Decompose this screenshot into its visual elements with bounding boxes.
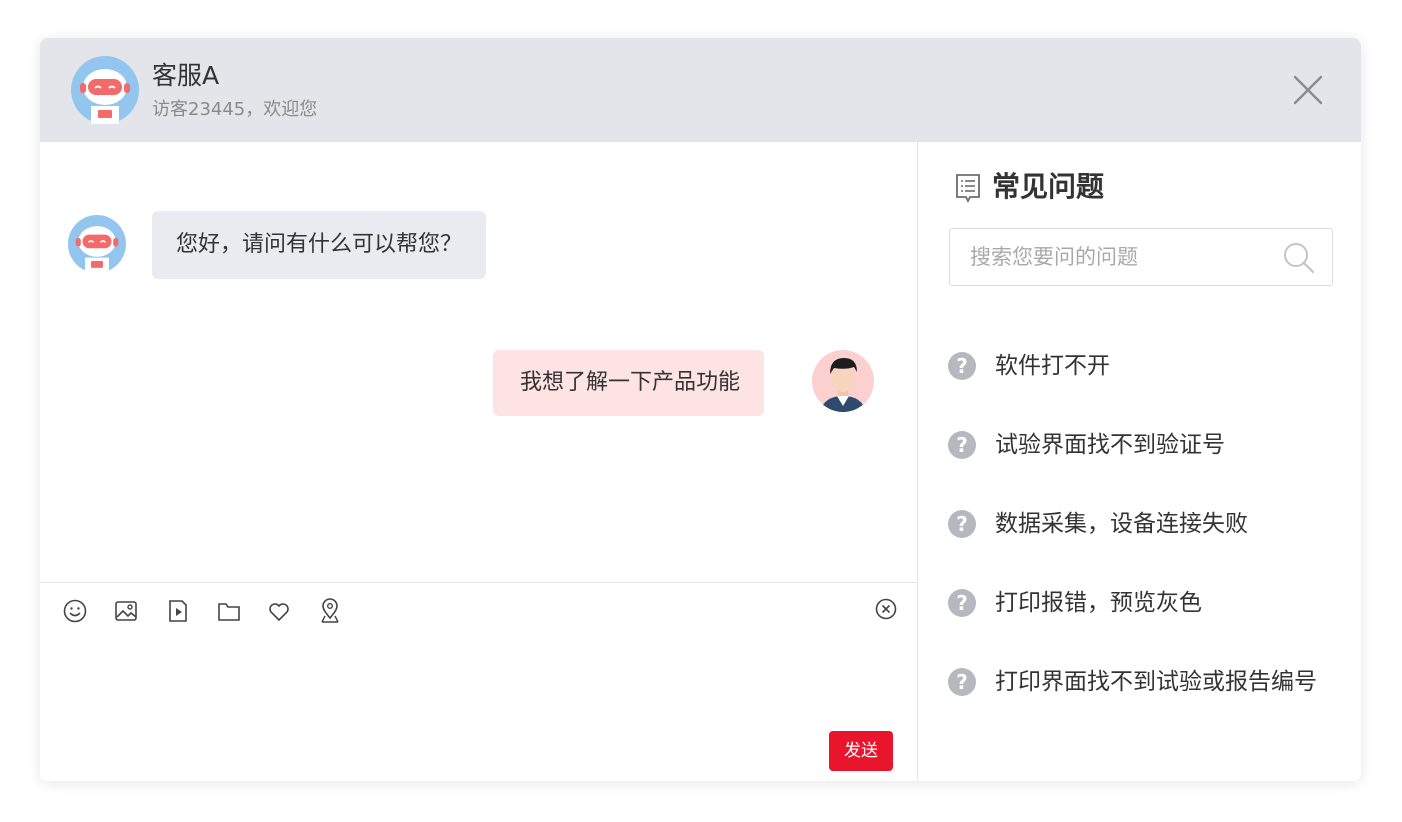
message-input-area[interactable] — [40, 639, 918, 781]
user-message-bubble: 我想了解一下产品功能 — [493, 350, 765, 416]
faq-item[interactable]: ? 打印报错，预览灰色 — [948, 563, 1317, 642]
send-button[interactable]: 发送 — [829, 731, 893, 771]
question-icon: ? — [948, 430, 976, 459]
heart-icon[interactable] — [266, 598, 292, 624]
user-avatar — [812, 350, 874, 412]
bot-avatar — [68, 215, 126, 273]
faq-item-label: 打印界面找不到试验或报告编号 — [995, 668, 1317, 695]
faq-item-label: 试验界面找不到验证号 — [995, 431, 1225, 458]
composer-toolbar — [40, 582, 918, 638]
faq-panel: 常见问题 ? 软件打不开 ? 试验界面找不到验证号 ? 数据采集，设备连接失败 — [918, 142, 1361, 781]
question-icon: ? — [948, 351, 976, 380]
question-icon: ? — [948, 588, 976, 617]
clear-icon[interactable] — [874, 597, 898, 621]
faq-search-box — [949, 228, 1333, 286]
chat-window: 客服A 访客23445，欢迎您 您好，请问有什么可以帮您？ 我想了解一下产品功能 — [40, 38, 1361, 781]
agent-name: 客服A — [152, 61, 220, 90]
folder-icon[interactable] — [216, 598, 242, 624]
bot-message-bubble: 您好，请问有什么可以帮您？ — [152, 211, 487, 279]
faq-list: ? 软件打不开 ? 试验界面找不到验证号 ? 数据采集，设备连接失败 ? 打印报… — [948, 326, 1317, 721]
chat-panel: 您好，请问有什么可以帮您？ 我想了解一下产品功能 发送 — [40, 142, 918, 781]
faq-item-label: 数据采集，设备连接失败 — [995, 510, 1248, 537]
faq-item-label: 软件打不开 — [995, 352, 1110, 379]
location-icon[interactable] — [317, 598, 343, 624]
chat-header: 客服A 访客23445，欢迎您 — [40, 38, 1361, 142]
emoji-icon[interactable] — [62, 598, 88, 624]
agent-avatar — [71, 56, 139, 124]
faq-item[interactable]: ? 打印界面找不到试验或报告编号 — [948, 642, 1317, 721]
search-icon[interactable] — [1282, 241, 1316, 275]
faq-list-icon — [956, 174, 980, 204]
question-icon: ? — [948, 667, 976, 696]
faq-search-input[interactable] — [950, 229, 1270, 285]
faq-item[interactable]: ? 软件打不开 — [948, 326, 1317, 405]
question-icon: ? — [948, 509, 976, 538]
faq-item[interactable]: ? 数据采集，设备连接失败 — [948, 484, 1317, 563]
image-icon[interactable] — [113, 598, 139, 624]
faq-title: 常见问题 — [992, 170, 1105, 203]
faq-item-label: 打印报错，预览灰色 — [995, 589, 1202, 616]
close-icon[interactable] — [1290, 72, 1326, 108]
video-icon[interactable] — [165, 598, 191, 624]
visitor-welcome: 访客23445，欢迎您 — [152, 99, 318, 120]
faq-item[interactable]: ? 试验界面找不到验证号 — [948, 405, 1317, 484]
